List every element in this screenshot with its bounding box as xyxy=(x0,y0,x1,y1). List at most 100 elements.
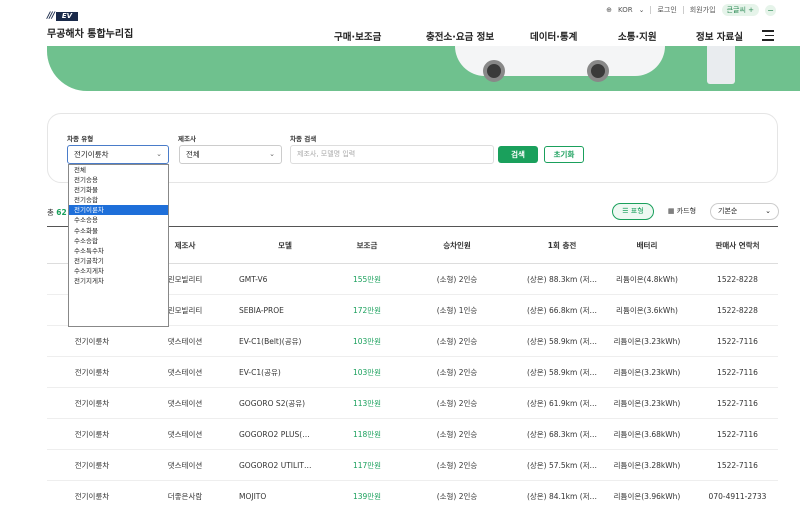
font-size-label: 큰글씨 xyxy=(726,6,746,14)
table-row[interactable]: 전기이륜차 댓스테이션 GOGORO2 UTILIT… 117만원 (소형) 2인승 (상… xyxy=(47,450,778,481)
table-cell: 1522-7116 xyxy=(717,336,758,346)
table-cell: 1522-7116 xyxy=(717,367,758,377)
dropdown-option[interactable]: 수소특수차 xyxy=(69,246,168,256)
dropdown-option[interactable]: 전기이륜차 xyxy=(69,205,168,216)
table-cell: 댓스테이션 xyxy=(167,429,203,439)
dropdown-option[interactable]: 전기승용 xyxy=(69,175,168,185)
table-row[interactable]: 전기이륜차 댓스테이션 GOGORO S2(공유) 113만원 (소형) 2인승 (상온)… xyxy=(47,388,778,419)
table-cell: 전기이륜차 xyxy=(74,429,110,439)
search-label: 차종 검색 xyxy=(290,135,317,143)
dropdown-option[interactable]: 수소승합 xyxy=(69,236,168,246)
globe-icon[interactable]: ⊕ xyxy=(606,6,612,14)
zoom-out-button[interactable]: − xyxy=(765,4,776,16)
table-cell: 댓스테이션 xyxy=(167,367,203,377)
column-header: 배터리 xyxy=(636,240,658,250)
divider xyxy=(650,6,652,14)
chevron-down-icon: ⌄ xyxy=(156,150,162,158)
table-cell: 070-4911-2733 xyxy=(708,491,767,501)
table-cell: 1522-7116 xyxy=(717,429,758,439)
table-row[interactable]: 전기이륜차 더좋은사람 MOJITO 139만원 (소형) 2인승 (상온) 84.1km… xyxy=(47,481,778,511)
table-cell: 리튬이온(3.23kWh) xyxy=(613,398,681,408)
reset-button[interactable]: 초기화 xyxy=(544,146,584,163)
search-button[interactable]: 검색 xyxy=(498,146,538,163)
nav-item-data[interactable]: 데이터·통계 xyxy=(530,29,618,43)
table-cell: (소형) 2인승 xyxy=(436,491,478,501)
language-select[interactable]: KOR xyxy=(618,6,633,14)
table-cell: 118만원 xyxy=(352,429,382,439)
table-cell: (소형) 2인승 xyxy=(436,398,478,408)
dropdown-option[interactable]: 전기승합 xyxy=(69,195,168,205)
hamburger-menu-icon[interactable] xyxy=(762,30,774,41)
dropdown-option[interactable]: 수소승용 xyxy=(69,215,168,225)
nav-item-support[interactable]: 소통·지원 xyxy=(618,29,696,43)
table-cell: (소형) 1인승 xyxy=(436,305,478,315)
table-cell: 172만원 xyxy=(352,305,382,315)
table-row[interactable]: 전기이륜차 댓스테이션 EV-C1(공유) 103만원 (소형) 2인승 (상온) 58.… xyxy=(47,357,778,388)
dropdown-option[interactable]: 수소화물 xyxy=(69,226,168,236)
signup-link[interactable]: 회원가입 xyxy=(690,5,716,15)
table-cell: (소형) 2인승 xyxy=(436,460,478,470)
main-nav: 구매·보조금 충전소·요금 정보 데이터·통계 소통·지원 정보 자료실 xyxy=(334,29,743,43)
table-cell: 리튬이온(4.8kWh) xyxy=(616,274,678,284)
dropdown-option[interactable]: 전기굴착기 xyxy=(69,256,168,266)
table-cell: 전기이륜차 xyxy=(74,460,110,470)
maker-select[interactable]: 전체 ⌄ xyxy=(179,145,282,164)
column-header: 승차인원 xyxy=(443,240,471,250)
table-cell: (소형) 2인승 xyxy=(436,274,478,284)
column-header: 판매사 연락처 xyxy=(715,240,760,250)
dropdown-option[interactable]: 전기지게차 xyxy=(69,276,168,286)
sort-select[interactable]: 기본순 ⌄ xyxy=(710,203,779,220)
table-cell: 1522-8228 xyxy=(717,305,758,315)
site-title[interactable]: 무공해차 통합누리집 xyxy=(47,25,133,40)
table-cell: 리튬이온(3.68kWh) xyxy=(613,429,681,439)
search-input[interactable]: 제조사, 모델명 입력 xyxy=(290,145,494,164)
card-view-button[interactable]: ▦ 카드형 xyxy=(660,203,704,220)
table-cell: 1522-8228 xyxy=(717,274,758,284)
table-cell: 139만원 xyxy=(352,491,382,501)
nav-item-charging[interactable]: 충전소·요금 정보 xyxy=(426,29,530,43)
maker-label: 제조사 xyxy=(178,135,196,143)
logo[interactable]: /// EV xyxy=(47,11,79,21)
table-cell: 103만원 xyxy=(352,336,382,346)
table-cell: 103만원 xyxy=(352,367,382,377)
dropdown-option[interactable]: 전체 xyxy=(69,165,168,175)
table-view-button[interactable]: ☰ 표형 xyxy=(612,203,654,220)
logo-stripes: /// xyxy=(47,11,55,21)
table-cell: 117만원 xyxy=(352,460,382,470)
chevron-down-icon: ⌄ xyxy=(765,207,771,215)
nav-item-purchase[interactable]: 구매·보조금 xyxy=(334,29,426,43)
nav-item-resources[interactable]: 정보 자료실 xyxy=(696,29,743,43)
wheel-illustration xyxy=(587,60,609,82)
font-size-badge: 큰글씨 + xyxy=(721,4,759,16)
table-cell: 리튬이온(3.6kWh) xyxy=(616,305,678,315)
table-cell: 전기이륜차 xyxy=(74,367,110,377)
table-cell: 댓스테이션 xyxy=(167,460,203,470)
hero-banner xyxy=(47,46,800,91)
chevron-down-icon: ⌄ xyxy=(638,6,645,14)
table-cell: 리튬이온(3.96kWh) xyxy=(613,491,681,501)
table-row[interactable]: 전기이륜차 댓스테이션 EV-C1(Belt)(공유) 103만원 (소형) 2인승 (상… xyxy=(47,326,778,357)
table-row[interactable]: 전기이륜차 댓스테이션 GOGORO2 PLUS(… 118만원 (소형) 2인승 (상온… xyxy=(47,419,778,450)
table-cell: (소형) 2인승 xyxy=(436,429,478,439)
table-cell: 1522-7116 xyxy=(717,460,758,470)
divider xyxy=(682,6,684,14)
column-header: 보조금 xyxy=(356,240,378,250)
total-prefix: 총 xyxy=(47,208,54,217)
dropdown-option[interactable]: 수소지게차 xyxy=(69,266,168,276)
maker-value: 전체 xyxy=(186,150,200,159)
column-header: 모델 xyxy=(278,240,292,250)
total-count: 총 62 xyxy=(47,207,67,218)
table-cell: 전기이륜차 xyxy=(74,491,110,501)
table-cell: 리튬이온(3.28kWh) xyxy=(613,460,681,470)
total-count-value: 62 xyxy=(56,208,67,217)
utility-bar: ⊕ KOR ⌄ 로그인 회원가입 큰글씨 + − xyxy=(606,4,776,16)
login-link[interactable]: 로그인 xyxy=(657,5,676,15)
logo-ev-badge: EV xyxy=(55,11,79,21)
table-cell: (소형) 2인승 xyxy=(436,367,478,377)
vehicle-type-select[interactable]: 전기이륜차 ⌄ xyxy=(67,145,169,164)
sort-value: 기본순 xyxy=(718,207,738,215)
table-cell: (소형) 2인승 xyxy=(436,336,478,346)
dropdown-option[interactable]: 전기화물 xyxy=(69,185,168,195)
vehicle-type-dropdown: 전체 전기승용 전기화물 전기승합 전기이륜차 수소승용 수소화물 수소승합 수소특수차 전기굴착… xyxy=(68,164,169,327)
zoom-in-icon[interactable]: + xyxy=(748,6,754,14)
